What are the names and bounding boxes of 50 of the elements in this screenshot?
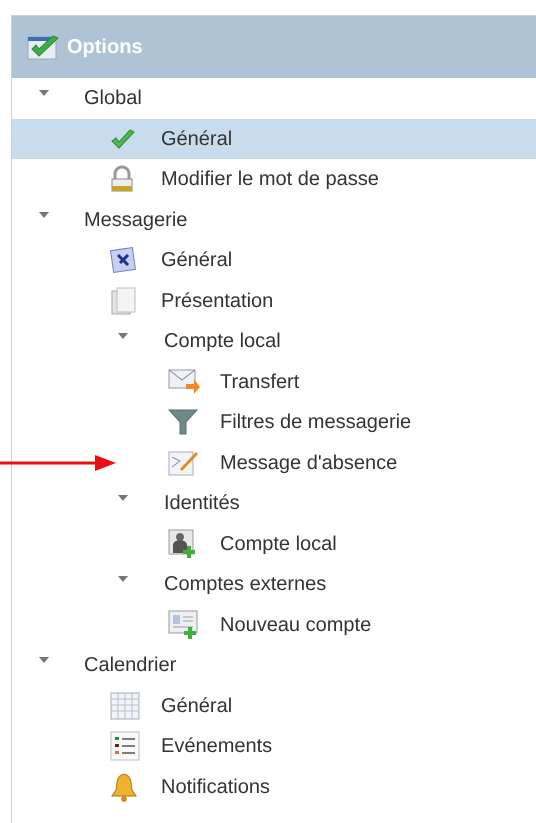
pages-icon — [110, 286, 138, 316]
document-icon — [110, 247, 138, 274]
tree-item[interactable]: Transfert — [12, 362, 536, 402]
pencil-note-icon — [168, 448, 198, 477]
tree-item-label: Evénements — [161, 734, 272, 760]
tree-item-label: Filtres de messagerie — [220, 410, 412, 436]
tree-group-label[interactable]: Messagerie — [84, 204, 188, 235]
tree-item[interactable]: Notifications — [12, 766, 536, 807]
check-icon — [110, 126, 136, 151]
tree-item[interactable]: Compte local — [12, 524, 536, 564]
tree-item-label: Présentation — [161, 288, 274, 314]
tree-group-label[interactable]: Identités — [164, 488, 240, 518]
funnel-icon — [168, 408, 198, 436]
tree-group-label[interactable]: Global — [84, 83, 142, 114]
tree-group-label[interactable]: Calendrier — [84, 650, 176, 680]
tree-item-label: Transfert — [220, 370, 300, 395]
expand-toggle[interactable] — [118, 576, 128, 583]
expand-toggle[interactable] — [39, 212, 49, 218]
tree-item[interactable]: Evénements — [12, 726, 536, 766]
tree-item-label: Modifier le mot de passe — [161, 167, 379, 192]
expand-toggle[interactable] — [118, 333, 128, 340]
tree-item[interactable]: Présentation — [12, 280, 536, 321]
tree-item[interactable]: Modifier le mot de passe — [12, 159, 536, 200]
card-plus-icon — [168, 610, 200, 640]
list-icon — [110, 731, 140, 762]
tree-item[interactable]: Général — [12, 686, 536, 726]
tree-item-label: Général — [161, 248, 232, 274]
checkbox-check-icon — [27, 33, 61, 61]
tree-item-label: Notifications — [161, 774, 270, 800]
expand-toggle[interactable] — [39, 90, 49, 97]
tree-item[interactable]: Filtres de messagerie — [12, 402, 536, 442]
tree-item-label: Général — [161, 694, 232, 719]
tree-item[interactable]: Général — [12, 118, 536, 159]
tree-item-label: Compte local — [220, 532, 337, 557]
envelope-arrow-icon — [168, 368, 200, 396]
grid-icon — [110, 692, 140, 720]
tree-item-label: Nouveau compte — [220, 612, 372, 638]
tree-item[interactable]: Nouveau compte — [12, 604, 536, 645]
padlock-icon — [110, 165, 134, 194]
tree-item-label: Général — [161, 126, 232, 152]
person-plus-icon — [168, 528, 198, 559]
tree-item-label: Message d'absence — [220, 450, 398, 476]
tree-item[interactable]: Général — [12, 240, 536, 280]
tree-group-label[interactable]: Compte local — [164, 326, 281, 356]
expand-toggle[interactable] — [118, 495, 128, 502]
tree-item[interactable]: Message d'absence — [12, 442, 536, 483]
bell-icon — [110, 772, 138, 802]
panel-title: Options — [67, 35, 143, 60]
expand-toggle[interactable] — [39, 657, 49, 664]
tree-group-label[interactable]: Comptes externes — [164, 569, 326, 600]
